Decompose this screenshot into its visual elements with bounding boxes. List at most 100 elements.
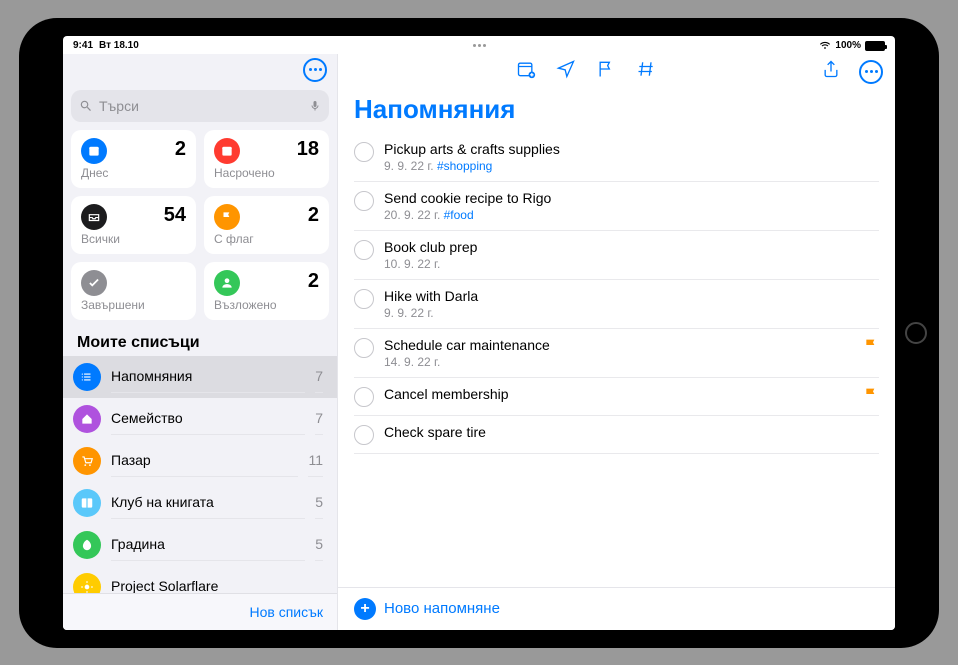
reminder-row[interactable]: Hike with Darla 9. 9. 22 г. (354, 280, 879, 329)
reminder-subtitle: 9. 9. 22 г. #shopping (384, 159, 879, 173)
list-name: Градина (111, 536, 305, 561)
battery-percent: 100% (835, 40, 861, 51)
reminder-title: Book club prep (384, 239, 879, 255)
reminder-checkbox[interactable] (354, 240, 374, 260)
new-reminder-button[interactable]: + (354, 598, 376, 620)
new-list-button[interactable]: Нов списък (250, 604, 324, 620)
sidebar: Търси 2 Днес 18 Насрочено 54 Всички 2 С … (63, 54, 338, 630)
sun-icon (73, 573, 101, 593)
search-icon (79, 99, 93, 113)
smart-count: 18 (297, 138, 319, 161)
smart-label: Възложено (214, 298, 319, 312)
list-row[interactable]: Напомняния 7 (63, 356, 337, 398)
smart-card-Всички[interactable]: 54 Всички (71, 196, 196, 254)
smart-card-Завършени[interactable]: Завършени (71, 262, 196, 320)
leaf-icon (73, 531, 101, 559)
search-input[interactable]: Търси (71, 90, 329, 122)
reminder-subtitle: 9. 9. 22 г. (384, 306, 879, 320)
search-placeholder: Търси (99, 98, 303, 114)
reminder-row[interactable]: Send cookie recipe to Rigo 20. 9. 22 г. … (354, 182, 879, 231)
detail-more-button[interactable] (859, 60, 883, 84)
flag-icon (863, 337, 879, 353)
smart-card-Днес[interactable]: 2 Днес (71, 130, 196, 188)
smart-card-Насрочено[interactable]: 18 Насрочено (204, 130, 329, 188)
battery-icon (865, 41, 885, 51)
reminder-title: Hike with Darla (384, 288, 879, 304)
wifi-icon (819, 41, 831, 50)
person-icon (214, 270, 240, 296)
ellipsis-icon (865, 70, 878, 73)
list-row[interactable]: Семейство 7 (63, 398, 337, 440)
reminder-title: Schedule car maintenance (384, 337, 853, 353)
location-icon[interactable] (556, 59, 576, 84)
reminder-title: Check spare tire (384, 424, 879, 440)
smart-card-С флаг[interactable]: 2 С флаг (204, 196, 329, 254)
flag-icon (214, 204, 240, 230)
smart-count: 54 (164, 204, 186, 227)
list-icon (73, 363, 101, 391)
tag-icon[interactable] (636, 59, 656, 84)
list-count: 7 (315, 368, 323, 384)
status-bar: 9:41 Вт 18.10 100% (63, 36, 895, 54)
reminder-checkbox[interactable] (354, 142, 374, 162)
calendar-icon (214, 138, 240, 164)
reminder-checkbox[interactable] (354, 289, 374, 309)
status-time: 9:41 (73, 40, 93, 51)
calendar-icon (81, 138, 107, 164)
reminder-checkbox[interactable] (354, 387, 374, 407)
flag-icon (863, 386, 879, 402)
list-count: 11 (308, 452, 323, 468)
reminder-title: Cancel membership (384, 386, 853, 402)
reminder-checkbox[interactable] (354, 338, 374, 358)
list-row[interactable]: Градина 5 (63, 524, 337, 566)
home-button[interactable] (905, 322, 927, 344)
reminder-row[interactable]: Check spare tire (354, 416, 879, 454)
list-count: 7 (315, 410, 323, 426)
book-icon (73, 489, 101, 517)
smart-card-Възложено[interactable]: 2 Възложено (204, 262, 329, 320)
reminder-checkbox[interactable] (354, 425, 374, 445)
detail-pane: Напомняния Pickup arts & crafts supplies… (338, 54, 895, 630)
reminder-row[interactable]: Book club prep 10. 9. 22 г. (354, 231, 879, 280)
reminder-checkbox[interactable] (354, 191, 374, 211)
smart-label: Завършени (81, 298, 186, 312)
list-row[interactable]: Пазар 11 (63, 440, 337, 482)
list-name: Project Solarflare (111, 578, 313, 593)
list-name: Семейство (111, 410, 305, 435)
smart-count: 2 (308, 270, 319, 293)
lists-header: Моите списъци (63, 324, 337, 356)
smart-label: С флаг (214, 232, 319, 246)
list-count: 5 (315, 494, 323, 510)
mic-icon[interactable] (309, 98, 321, 114)
smart-count: 2 (175, 138, 186, 161)
list-row[interactable]: Клуб на книгата 5 (63, 482, 337, 524)
reminder-row[interactable]: Pickup arts & crafts supplies 9. 9. 22 г… (354, 133, 879, 182)
reminder-subtitle: 10. 9. 22 г. (384, 257, 879, 271)
reminder-title: Send cookie recipe to Rigo (384, 190, 879, 206)
sidebar-more-button[interactable] (303, 58, 327, 82)
list-name: Напомняния (111, 368, 305, 393)
house-icon (73, 405, 101, 433)
share-icon[interactable] (821, 59, 841, 84)
reminder-row[interactable]: Schedule car maintenance 14. 9. 22 г. (354, 329, 879, 378)
status-date: Вт 18.10 (99, 40, 139, 51)
smart-label: Всички (81, 232, 186, 246)
list-row[interactable]: Project Solarflare (63, 566, 337, 593)
cart-icon (73, 447, 101, 475)
detail-title: Напомняния (338, 90, 895, 133)
smart-count: 2 (308, 204, 319, 227)
reminder-subtitle: 14. 9. 22 г. (384, 355, 853, 369)
check-icon (81, 270, 107, 296)
list-name: Пазар (111, 452, 298, 477)
list-name: Клуб на книгата (111, 494, 305, 519)
tray-icon (81, 204, 107, 230)
reminder-title: Pickup arts & crafts supplies (384, 141, 879, 157)
list-count: 5 (315, 536, 323, 552)
smart-label: Днес (81, 166, 186, 180)
new-reminder-label[interactable]: Ново напомняне (384, 600, 500, 617)
ellipsis-icon (309, 68, 322, 71)
multitask-dots[interactable] (473, 44, 486, 47)
calendar-add-icon[interactable] (516, 59, 536, 84)
reminder-row[interactable]: Cancel membership (354, 378, 879, 416)
flag-icon[interactable] (596, 59, 616, 84)
